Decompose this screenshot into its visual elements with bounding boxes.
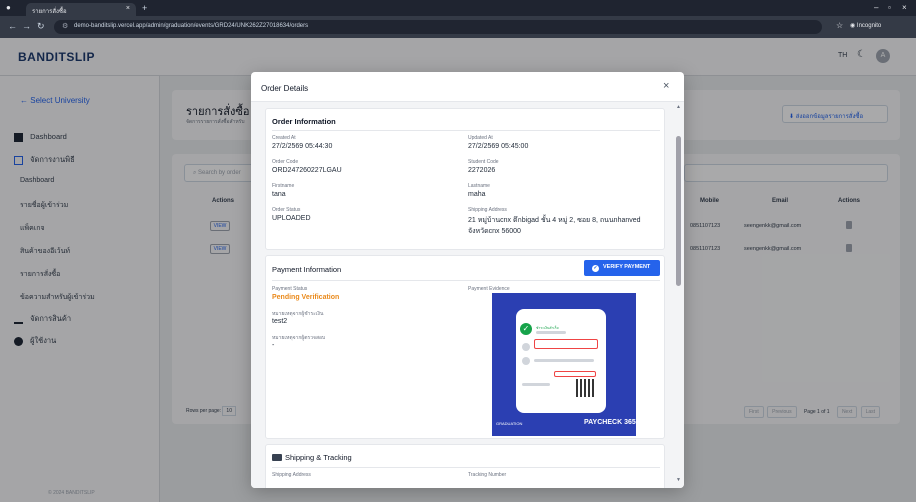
payment-evidence-image[interactable]: ✓ ชำระเงินสำเร็จ GRADUATION PAYCHECK 365 (492, 293, 636, 436)
payment-information-section: Payment Information ✓ VERIFY PAYMENT Paym… (265, 255, 665, 439)
browser-menu-icon[interactable]: ● (6, 3, 11, 12)
divider (272, 280, 660, 281)
tab-title: รายการสั่งซื้อ (32, 9, 67, 15)
slip-highlight-box (534, 339, 598, 349)
site-info-icon[interactable]: ⚙ (62, 22, 68, 30)
section-title: Order Information (272, 117, 336, 126)
scroll-down-arrow-icon[interactable]: ▼ (676, 477, 681, 483)
admin-note-label: หมายเหตุจากผู้ตรวจสอบ (272, 335, 326, 341)
payment-status-label: Payment Status (272, 286, 308, 292)
tab-close-icon[interactable]: × (126, 5, 130, 12)
url-field[interactable]: ⚙ demo-banditslip.vercel.app/admin/gradu… (54, 20, 822, 34)
created-at-value: 27/2/2569 05:44:30 (272, 143, 333, 150)
evidence-slip-card: ✓ ชำระเงินสำเร็จ (516, 309, 606, 413)
bookmark-star-icon[interactable]: ☆ (836, 21, 843, 30)
minimize-icon[interactable]: – (874, 3, 878, 12)
maximize-icon[interactable]: ▫ (888, 3, 891, 12)
url-text: demo-banditslip.vercel.app/admin/graduat… (74, 23, 309, 29)
slip-line (536, 331, 566, 334)
lastname-label: Lastname (468, 183, 490, 189)
divider (272, 467, 660, 468)
evidence-small-brand: GRADUATION (496, 421, 523, 426)
evidence-brand: PAYCHECK 365 (584, 419, 636, 426)
payer-note-value: test2 (272, 318, 288, 325)
slip-dot (522, 357, 530, 365)
slip-line (534, 359, 594, 362)
section-title-wrap: Shipping & Tracking (272, 453, 352, 462)
modal-scrollbar[interactable] (676, 136, 681, 286)
updated-at-value: 27/2/2569 05:45:00 (468, 143, 529, 150)
slip-dot (522, 343, 530, 351)
student-code-label: Student Code (468, 159, 499, 165)
divider (272, 130, 660, 131)
shipping-address-label: Shipping Address (468, 207, 507, 213)
back-arrow-icon[interactable]: ← (8, 21, 17, 31)
new-tab-button[interactable]: + (142, 3, 147, 13)
reload-icon[interactable]: ↻ (37, 21, 45, 32)
incognito-icon: ◉ (850, 23, 857, 29)
section-title: Shipping & Tracking (285, 453, 352, 462)
browser-tab[interactable]: รายการสั่งซื้อ × (26, 3, 136, 16)
modal-title: Order Details (261, 84, 309, 93)
order-details-modal: Order Details × Order Information Create… (251, 72, 684, 488)
firstname-label: Firstname (272, 183, 295, 189)
payer-note-label: หมายเหตุจากผู้ชำระเงิน (272, 311, 324, 317)
order-code-value: ORD247260227LGAU (272, 167, 342, 174)
check-circle-icon: ✓ (592, 265, 599, 272)
modal-header: Order Details × (251, 72, 684, 102)
payment-evidence-label: Payment Evidence (468, 286, 510, 292)
scroll-up-arrow-icon[interactable]: ▲ (676, 104, 681, 110)
slip-line (522, 383, 550, 386)
modal-body: Order Information Created At 27/2/2569 0… (251, 102, 684, 488)
shipping-address-line2: จังหวัดcnx 56000 (468, 228, 521, 235)
order-code-label: Order Code (272, 159, 299, 165)
firstname-value: tana (272, 191, 286, 198)
section-title: Payment Information (272, 265, 342, 274)
close-icon[interactable]: × (663, 80, 669, 92)
student-code-value: 2272026 (468, 167, 496, 174)
updated-at-label: Updated At (468, 135, 493, 141)
incognito-label: Incognito (856, 23, 882, 29)
truck-icon (272, 454, 282, 461)
verify-payment-button[interactable]: ✓ VERIFY PAYMENT (584, 260, 660, 276)
shipping-tracking-section: Shipping & Tracking Shipping Address Tra… (265, 444, 665, 488)
address-bar-area: ← → ↻ ⚙ demo-banditslip.vercel.app/admin… (0, 16, 916, 38)
shipping-address-line1: 21 หมู่บ้านcnx ตึกbigad ชั้น 4 หมู่ 2, ซ… (468, 217, 641, 224)
incognito-badge: ◉ Incognito (850, 21, 906, 33)
order-status-value: UPLOADED (272, 215, 311, 222)
browser-tab-bar: ● รายการสั่งซื้อ × + – ▫ × (0, 0, 916, 16)
forward-arrow-icon[interactable]: → (22, 21, 31, 31)
verify-payment-label: VERIFY PAYMENT (603, 264, 651, 270)
close-window-icon[interactable]: × (902, 3, 907, 12)
shipping-address-label: Shipping Address (272, 472, 311, 478)
admin-note-value: - (272, 342, 275, 349)
success-check-icon: ✓ (520, 323, 532, 335)
order-status-label: Order Status (272, 207, 301, 213)
order-information-section: Order Information Created At 27/2/2569 0… (265, 108, 665, 250)
tracking-number-label: Tracking Number (468, 472, 507, 478)
created-at-label: Created At (272, 135, 296, 141)
payment-status-value: Pending Verification (272, 294, 340, 301)
qr-code-icon (576, 379, 594, 397)
lastname-value: maha (468, 191, 486, 198)
slip-highlight-box (554, 371, 596, 377)
